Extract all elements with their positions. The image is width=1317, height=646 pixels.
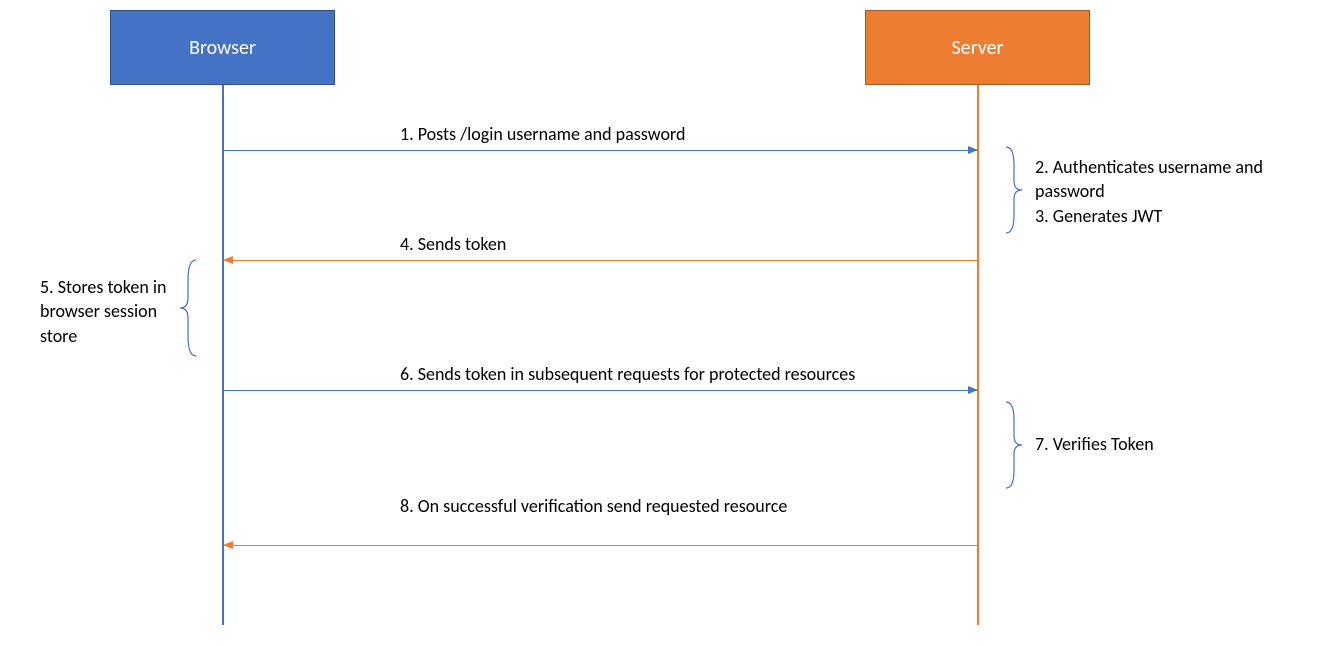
label-step-8: 8. On successful verification send reque… [400,495,860,518]
label-step-1: 1. Posts /login username and password [400,123,860,146]
actor-server-label: Server [951,36,1003,60]
note-step-5: 5. Stores token in browser session store [40,275,180,348]
arrow-step-1 [224,150,977,151]
brace-step-5 [180,258,206,358]
arrow-step-8 [224,545,977,546]
arrow-step-6 [224,390,977,391]
brace-step-7 [996,400,1022,490]
label-step-6: 6. Sends token in subsequent requests fo… [400,363,860,386]
actor-server: Server [865,10,1090,85]
actor-browser: Browser [110,10,335,85]
lifeline-server [977,85,979,625]
label-step-4: 4. Sends token [400,233,860,256]
note-step-7: 7. Verifies Token [1035,432,1255,456]
note-step-2-3: 2. Authenticates username and password3.… [1035,155,1295,228]
brace-step-2-3 [996,145,1022,235]
actor-browser-label: Browser [189,36,256,60]
arrow-step-4 [224,260,977,261]
